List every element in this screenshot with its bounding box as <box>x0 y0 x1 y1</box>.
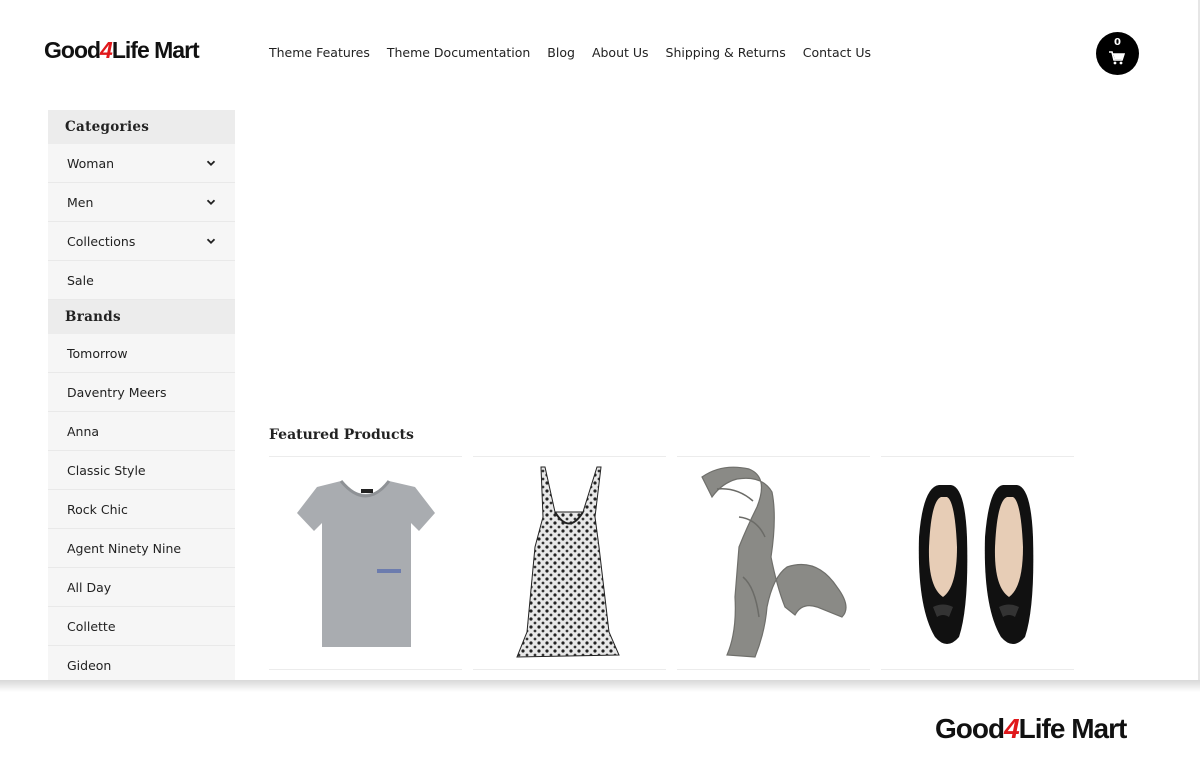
black-print-dress-image[interactable] <box>473 457 666 669</box>
logo-text: Good <box>44 37 101 63</box>
product-card-flats[interactable] <box>881 456 1074 670</box>
categories-heading: Categories <box>48 110 235 144</box>
product-card-scarf[interactable] <box>677 456 870 670</box>
brand-all-day[interactable]: All Day <box>48 568 235 607</box>
nav-contact-us[interactable]: Contact Us <box>803 45 871 60</box>
brand-label: Rock Chic <box>67 501 128 517</box>
category-collections[interactable]: Collections <box>48 222 235 261</box>
product-card-tshirt[interactable] <box>269 456 462 670</box>
sidebar: Categories Woman Men Collections Sale Br… <box>48 110 235 680</box>
shopping-cart-icon <box>1109 51 1125 65</box>
logo-number: 4 <box>1004 713 1020 744</box>
grey-tshirt-image[interactable] <box>269 457 462 669</box>
main-nav: Theme Features Theme Documentation Blog … <box>269 45 871 60</box>
featured-products-heading: Featured Products <box>269 427 414 443</box>
brands-heading: Brands <box>48 300 235 334</box>
site-logo[interactable]: Good 4 Life Mart <box>44 37 200 64</box>
brand-label: Gideon <box>67 657 112 673</box>
nav-theme-documentation[interactable]: Theme Documentation <box>387 45 530 60</box>
brand-label: All Day <box>67 579 112 595</box>
brand-tomorrow[interactable]: Tomorrow <box>48 334 235 373</box>
category-label: Sale <box>67 272 94 288</box>
nav-shipping-returns[interactable]: Shipping & Returns <box>666 45 786 60</box>
cart-button[interactable]: 0 <box>1096 32 1139 75</box>
cart-count: 0 <box>1114 37 1121 48</box>
footer-divider <box>0 680 1200 692</box>
brand-anna[interactable]: Anna <box>48 412 235 451</box>
nav-about-us[interactable]: About Us <box>592 45 649 60</box>
brand-daventry-meers[interactable]: Daventry Meers <box>48 373 235 412</box>
brand-label: Anna <box>67 423 100 439</box>
category-woman[interactable]: Woman <box>48 144 235 183</box>
category-label: Woman <box>67 155 115 171</box>
storefront-page: Good 4 Life Mart Theme Features Theme Docu… <box>0 0 1200 680</box>
logo-text: Good <box>935 713 1005 744</box>
brand-label: Tomorrow <box>67 345 128 361</box>
chevron-down-icon[interactable] <box>206 236 216 246</box>
nav-blog[interactable]: Blog <box>547 45 575 60</box>
grey-scarf-image[interactable] <box>677 457 870 669</box>
brand-agent-ninety-nine[interactable]: Agent Ninety Nine <box>48 529 235 568</box>
brand-label: Classic Style <box>67 462 146 478</box>
product-card-dress[interactable] <box>473 456 666 670</box>
category-sale[interactable]: Sale <box>48 261 235 300</box>
brand-label: Collette <box>67 618 116 634</box>
brand-label: Agent Ninety Nine <box>67 540 182 556</box>
chevron-down-icon[interactable] <box>206 158 216 168</box>
brand-label: Daventry Meers <box>67 384 167 400</box>
brand-rock-chic[interactable]: Rock Chic <box>48 490 235 529</box>
nav-theme-features[interactable]: Theme Features <box>269 45 370 60</box>
brand-collette[interactable]: Collette <box>48 607 235 646</box>
brand-gideon[interactable]: Gideon <box>48 646 235 680</box>
footer-logo: Good 4 Life Mart <box>935 713 1128 745</box>
brand-classic-style[interactable]: Classic Style <box>48 451 235 490</box>
category-label: Collections <box>67 233 136 249</box>
black-ballet-flats-image[interactable] <box>881 457 1074 669</box>
chevron-down-icon[interactable] <box>206 197 216 207</box>
logo-number: 4 <box>100 37 113 63</box>
category-label: Men <box>67 194 94 210</box>
logo-text-rest: Life Mart <box>111 37 200 63</box>
logo-text-rest: Life Mart <box>1018 713 1128 744</box>
category-men[interactable]: Men <box>48 183 235 222</box>
